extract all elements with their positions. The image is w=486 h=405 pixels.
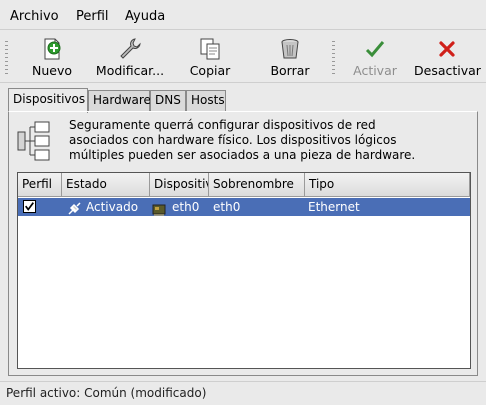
column-header-perfil[interactable]: Perfil bbox=[18, 173, 62, 196]
sobrenombre-cell: eth0 bbox=[213, 200, 241, 214]
toolbar: Nuevo Modificar... Copiar Borrar Activar bbox=[0, 31, 486, 83]
tab-hosts-label: Hosts bbox=[191, 93, 225, 107]
nuevo-label: Nuevo bbox=[31, 63, 72, 78]
menu-bar: Archivo Perfil Ayuda bbox=[0, 0, 486, 30]
table-header: Perfil Estado Dispositivo Sobrenombre Ti… bbox=[18, 173, 470, 197]
checkmark-icon bbox=[365, 41, 385, 58]
menu-perfil[interactable]: Perfil bbox=[76, 9, 109, 24]
info-line: múltiples pueden ser asociados a una pie… bbox=[69, 148, 416, 162]
column-header-estado[interactable]: Estado bbox=[62, 173, 150, 196]
activar-button[interactable]: Activar bbox=[348, 31, 402, 83]
desactivar-button[interactable]: Desactivar bbox=[414, 31, 481, 83]
checkmark-icon bbox=[25, 202, 34, 211]
perfil-checkbox[interactable] bbox=[23, 200, 36, 213]
info-line: asociados con hardware físico. Los dispo… bbox=[69, 133, 397, 147]
activar-label: Activar bbox=[353, 63, 397, 78]
nuevo-button[interactable]: Nuevo bbox=[24, 31, 80, 83]
desactivar-label: Desactivar bbox=[414, 63, 481, 78]
trash-icon bbox=[281, 39, 299, 59]
tab-dns[interactable]: DNS bbox=[150, 90, 186, 112]
devices-panel: Seguramente querrá configurar dispositiv… bbox=[8, 111, 478, 376]
copy-icon bbox=[200, 38, 220, 60]
toolbar-grip[interactable] bbox=[5, 41, 8, 75]
x-icon bbox=[439, 41, 455, 57]
column-header-tipo[interactable]: Tipo bbox=[305, 173, 470, 196]
tab-hardware[interactable]: Hardware bbox=[88, 90, 151, 112]
info-line: Seguramente querrá configurar dispositiv… bbox=[69, 118, 376, 132]
tab-dispositivos[interactable]: Dispositivos bbox=[8, 88, 88, 113]
column-header-sobrenombre[interactable]: Sobrenombre bbox=[209, 173, 305, 196]
info-text: Seguramente querrá configurar dispositiv… bbox=[69, 118, 469, 163]
column-header-dispositivo[interactable]: Dispositivo bbox=[150, 173, 209, 196]
dispositivo-cell: eth0 bbox=[172, 200, 200, 214]
tab-dispositivos-label: Dispositivos bbox=[13, 92, 86, 106]
connected-plug-icon bbox=[68, 202, 81, 215]
status-text: Perfil activo: Común (modificado) bbox=[6, 386, 207, 400]
modificar-button[interactable]: Modificar... bbox=[94, 31, 166, 83]
status-bar: Perfil activo: Común (modificado) bbox=[0, 381, 486, 405]
table-row[interactable]: Activado eth0 eth0 Ethernet bbox=[18, 198, 470, 216]
tipo-cell: Ethernet bbox=[308, 200, 360, 214]
tab-hardware-label: Hardware bbox=[93, 93, 151, 107]
new-icon bbox=[44, 38, 61, 60]
toolbar-separator bbox=[332, 41, 335, 75]
network-devices-icon bbox=[17, 121, 50, 161]
devices-table: Perfil Estado Dispositivo Sobrenombre Ti… bbox=[17, 172, 471, 369]
copiar-label: Copiar bbox=[189, 63, 231, 78]
borrar-label: Borrar bbox=[270, 63, 310, 78]
menu-archivo[interactable]: Archivo bbox=[10, 9, 59, 24]
tab-hosts[interactable]: Hosts bbox=[186, 90, 226, 112]
tab-dns-label: DNS bbox=[155, 93, 181, 107]
copiar-button[interactable]: Copiar bbox=[184, 31, 236, 83]
estado-cell: Activado bbox=[86, 200, 139, 214]
ethernet-card-icon bbox=[152, 204, 166, 216]
borrar-button[interactable]: Borrar bbox=[264, 31, 316, 83]
menu-ayuda[interactable]: Ayuda bbox=[125, 9, 165, 24]
modificar-label: Modificar... bbox=[95, 63, 165, 78]
wrench-icon bbox=[120, 38, 141, 59]
